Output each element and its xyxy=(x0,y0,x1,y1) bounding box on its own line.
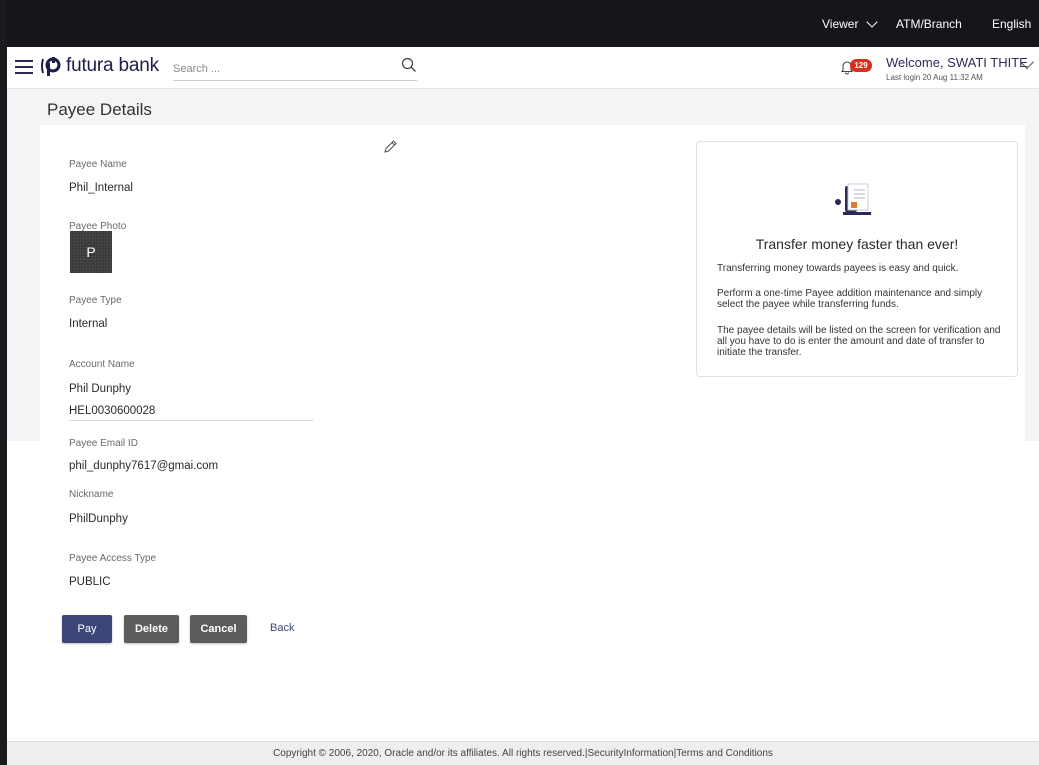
footer: Copyright © 2006, 2020, Oracle and/or it… xyxy=(7,741,1039,765)
nickname-label: Nickname xyxy=(69,489,114,500)
info-title: Transfer money faster than ever! xyxy=(755,236,959,252)
access-type-value-wrap: PUBLIC xyxy=(69,576,111,588)
payee-type-field: Payee Type xyxy=(69,295,122,306)
page-title: Payee Details xyxy=(47,100,152,119)
main-header: futura bank 129 Welcome, SWATI THITE Las… xyxy=(7,47,1039,89)
bank-logo-icon xyxy=(41,57,61,76)
email-label: Payee Email ID xyxy=(69,438,138,449)
last-login-text: Last login 20 Aug 11:32 AM xyxy=(886,73,983,82)
access-type-label: Payee Access Type xyxy=(69,553,157,564)
nickname-value-wrap: PhilDunphy xyxy=(69,513,128,525)
access-type-field: Payee Access Type xyxy=(69,553,156,564)
language-menu[interactable]: English xyxy=(992,17,1039,31)
account-number-value: HEL0030600028 xyxy=(69,405,156,417)
account-name-field: Account Name xyxy=(69,359,135,370)
info-panel: Transfer money faster than ever! Transfe… xyxy=(696,141,1018,377)
nickname-value: PhilDunphy xyxy=(69,513,128,525)
pay-button[interactable]: Pay xyxy=(62,615,112,643)
info-paragraph-2: Perform a one-time Payee addition mainte… xyxy=(717,288,983,310)
account-number-wrap: HEL0030600028 xyxy=(69,405,155,417)
account-name-value: Phil Dunphy xyxy=(69,383,132,395)
payee-type-label: Payee Type xyxy=(69,295,122,306)
payee-name-value-wrap: Phil_Internal xyxy=(69,182,133,194)
brand-name: futura bank xyxy=(66,55,159,76)
viewer-label: Viewer xyxy=(822,17,859,31)
welcome-text[interactable]: Welcome, SWATI THITE xyxy=(886,55,1028,70)
account-name-value-wrap: Phil Dunphy xyxy=(69,383,131,395)
payee-name-label: Payee Name xyxy=(69,159,127,170)
payee-name-field: Payee Name xyxy=(69,159,127,170)
notification-badge[interactable]: 129 xyxy=(850,59,872,72)
access-type-value: PUBLIC xyxy=(69,576,111,588)
search-input[interactable] xyxy=(173,57,417,81)
info-paragraph-1: Transferring money towards payees is eas… xyxy=(717,263,959,274)
atm-branch-label: ATM/Branch xyxy=(896,17,962,31)
payee-name-value: Phil_Internal xyxy=(69,182,133,194)
payee-type-value-wrap: Internal xyxy=(69,318,107,330)
app-window: Viewer ATM/Branch English futura bank Se… xyxy=(0,0,1039,765)
payee-type-value: Internal xyxy=(69,318,108,330)
document-transfer-icon xyxy=(835,183,871,215)
top-utility-bar: Viewer ATM/Branch English xyxy=(7,0,1039,47)
account-name-label: Account Name xyxy=(69,359,135,370)
search-icon[interactable] xyxy=(401,57,417,73)
avatar: P xyxy=(70,231,112,273)
chevron-down-icon xyxy=(866,15,879,28)
email-value: phil_dunphy7617@gmai.com xyxy=(69,460,219,472)
hamburger-icon[interactable] xyxy=(15,60,33,74)
viewer-menu[interactable]: Viewer xyxy=(822,15,879,31)
info-paragraph-3: The payee details will be listed on the … xyxy=(717,325,1001,358)
email-value-wrap: phil_dunphy7617@gmai.com xyxy=(69,460,218,472)
bank-logo[interactable]: futura bank xyxy=(40,55,159,77)
cancel-button[interactable]: Cancel xyxy=(190,615,247,643)
back-link[interactable]: Back xyxy=(270,622,294,634)
pencil-edit-icon[interactable] xyxy=(382,139,398,155)
atm-branch-link[interactable]: ATM/Branch xyxy=(896,17,962,31)
nickname-field: Nickname xyxy=(69,489,113,500)
account-divider xyxy=(69,420,314,421)
language-label: English xyxy=(992,17,1032,31)
email-field: Payee Email ID xyxy=(69,438,138,449)
delete-button[interactable]: Delete xyxy=(124,615,179,643)
